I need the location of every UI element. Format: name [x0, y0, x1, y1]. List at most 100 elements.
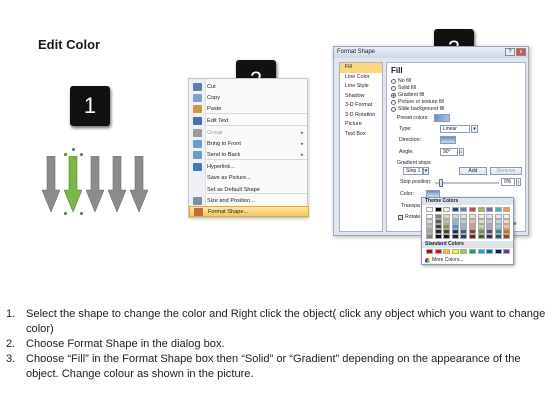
radio-button[interactable] [391, 92, 396, 98]
color-swatch[interactable] [503, 249, 511, 254]
preset-colors-dropdown[interactable] [434, 114, 450, 122]
menu-item-label: Size and Position... [207, 197, 255, 204]
color-swatch[interactable] [434, 207, 442, 212]
selection-handle[interactable] [64, 212, 67, 215]
preset-colors-label: Preset colors: [397, 115, 429, 121]
color-swatch[interactable] [494, 249, 502, 254]
selection-handle[interactable] [80, 153, 83, 156]
remove-stop-button[interactable]: Remove [490, 167, 522, 175]
arrow-shape[interactable] [129, 155, 149, 213]
slider-thumb[interactable] [439, 179, 443, 187]
direction-dropdown[interactable] [440, 136, 456, 144]
menu-separator [207, 159, 307, 160]
color-swatch[interactable] [434, 234, 442, 239]
fill-option-no-fill[interactable]: No fill [391, 78, 411, 84]
color-swatch[interactable] [434, 249, 442, 254]
radio-button[interactable] [391, 85, 396, 91]
fill-option-slide-background-fill[interactable]: Slide background fill [391, 106, 444, 112]
color-swatch[interactable] [477, 234, 485, 239]
selection-handle[interactable] [64, 153, 67, 156]
dialog-title: Format Shape [334, 47, 528, 58]
stop-dropdown-button[interactable]: ▾ [423, 167, 429, 175]
menu-separator [207, 113, 307, 114]
selected-arrow-shape[interactable] [63, 148, 83, 215]
color-swatch[interactable] [426, 207, 433, 212]
stop-position-input[interactable]: 0% [501, 178, 515, 186]
menu-item-hyperlink[interactable]: Hyperlink... [189, 161, 309, 172]
menu-item-copy[interactable]: Copy [189, 92, 309, 103]
type-dropdown-button[interactable]: ▾ [471, 125, 478, 133]
color-swatch[interactable] [486, 207, 494, 212]
nav-item-picture[interactable]: Picture [340, 120, 382, 130]
radio-button[interactable] [391, 99, 396, 105]
color-swatch[interactable] [451, 249, 459, 254]
color-swatch[interactable] [443, 207, 451, 212]
selection-handle[interactable] [72, 148, 75, 151]
nav-item-line-color[interactable]: Line Color [340, 73, 382, 83]
step-badge-1: 1 [70, 86, 110, 126]
color-swatch[interactable] [451, 207, 459, 212]
radio-button[interactable] [391, 78, 396, 84]
stop-position-slider[interactable] [435, 179, 499, 187]
color-swatch[interactable] [494, 234, 502, 239]
color-swatch[interactable] [460, 249, 468, 254]
color-swatch[interactable] [443, 249, 451, 254]
fill-option-gradient-fill[interactable]: Gradient fill [391, 92, 424, 98]
angle-label: Angle: [399, 149, 414, 155]
rotate-with-shape-checkbox[interactable]: ✓ Rotate [398, 214, 420, 220]
color-swatch[interactable] [426, 249, 433, 254]
arrow-shape[interactable] [107, 155, 127, 213]
selection-handle[interactable] [80, 212, 83, 215]
add-stop-button[interactable]: Add [459, 167, 487, 175]
transparency-label: Transpa [401, 203, 420, 209]
help-button[interactable]: ? [505, 48, 515, 56]
more-colors-link[interactable]: More Colors... [425, 257, 463, 263]
color-swatch[interactable] [503, 234, 511, 239]
menu-item-bring-to-front[interactable]: Bring to Front ▸ [189, 138, 309, 149]
copy-icon [193, 93, 202, 102]
menu-item-label: Set as Default Shape [207, 186, 260, 193]
color-swatch[interactable] [426, 234, 433, 239]
down-arrow-icon [85, 155, 105, 213]
menu-item-format-shape[interactable]: Format Shape... [189, 206, 309, 217]
nav-item-text-box[interactable]: Text Box [340, 130, 382, 140]
type-select[interactable]: Linear [440, 125, 470, 133]
angle-spinner[interactable]: ↕ [459, 148, 464, 156]
fill-heading: Fill [391, 66, 403, 75]
color-swatch[interactable] [486, 249, 494, 254]
color-swatch[interactable] [494, 207, 502, 212]
color-swatch[interactable] [486, 234, 494, 239]
arrow-shape[interactable] [85, 155, 105, 213]
close-button[interactable]: x [516, 48, 526, 56]
color-swatch[interactable] [460, 207, 468, 212]
color-swatch[interactable] [460, 234, 468, 239]
menu-item-save-as-picture[interactable]: Save as Picture... [189, 172, 309, 183]
theme-colors-label: Theme Colors [422, 198, 513, 205]
checkbox[interactable]: ✓ [398, 214, 403, 220]
nav-item-shadow[interactable]: Shadow [340, 92, 382, 102]
nav-item-3-d-rotation[interactable]: 3-D Rotation [340, 111, 382, 121]
menu-item-label: Hyperlink... [207, 163, 235, 170]
menu-item-group[interactable]: Group ▸ [189, 127, 309, 138]
angle-input[interactable]: 90° [440, 148, 458, 156]
menu-item-cut[interactable]: Cut [189, 81, 309, 92]
color-swatch[interactable] [468, 234, 476, 239]
menu-item-label: Edit Text [207, 117, 229, 124]
menu-item-size-and-position[interactable]: Size and Position... [189, 195, 309, 206]
nav-item-line-style[interactable]: Line Style [340, 82, 382, 92]
fill-option-picture-or-texture-fill[interactable]: Picture or texture fill [391, 99, 444, 105]
color-swatch[interactable] [468, 249, 476, 254]
color-swatch[interactable] [468, 207, 476, 212]
color-swatch[interactable] [503, 207, 511, 212]
stop-position-spinner[interactable]: ↕ [516, 178, 521, 186]
color-swatch[interactable] [443, 234, 451, 239]
fill-option-solid-fill[interactable]: Solid fill [391, 85, 416, 91]
color-swatch[interactable] [477, 249, 485, 254]
radio-button[interactable] [391, 106, 396, 112]
nav-item-3-d-format[interactable]: 3-D Format [340, 101, 382, 111]
color-swatch[interactable] [477, 207, 485, 212]
nav-item-fill[interactable]: Fill [340, 63, 382, 73]
arrow-shape[interactable] [41, 155, 61, 213]
stop-select[interactable]: Stop 1 [403, 167, 423, 175]
color-swatch[interactable] [451, 234, 459, 239]
